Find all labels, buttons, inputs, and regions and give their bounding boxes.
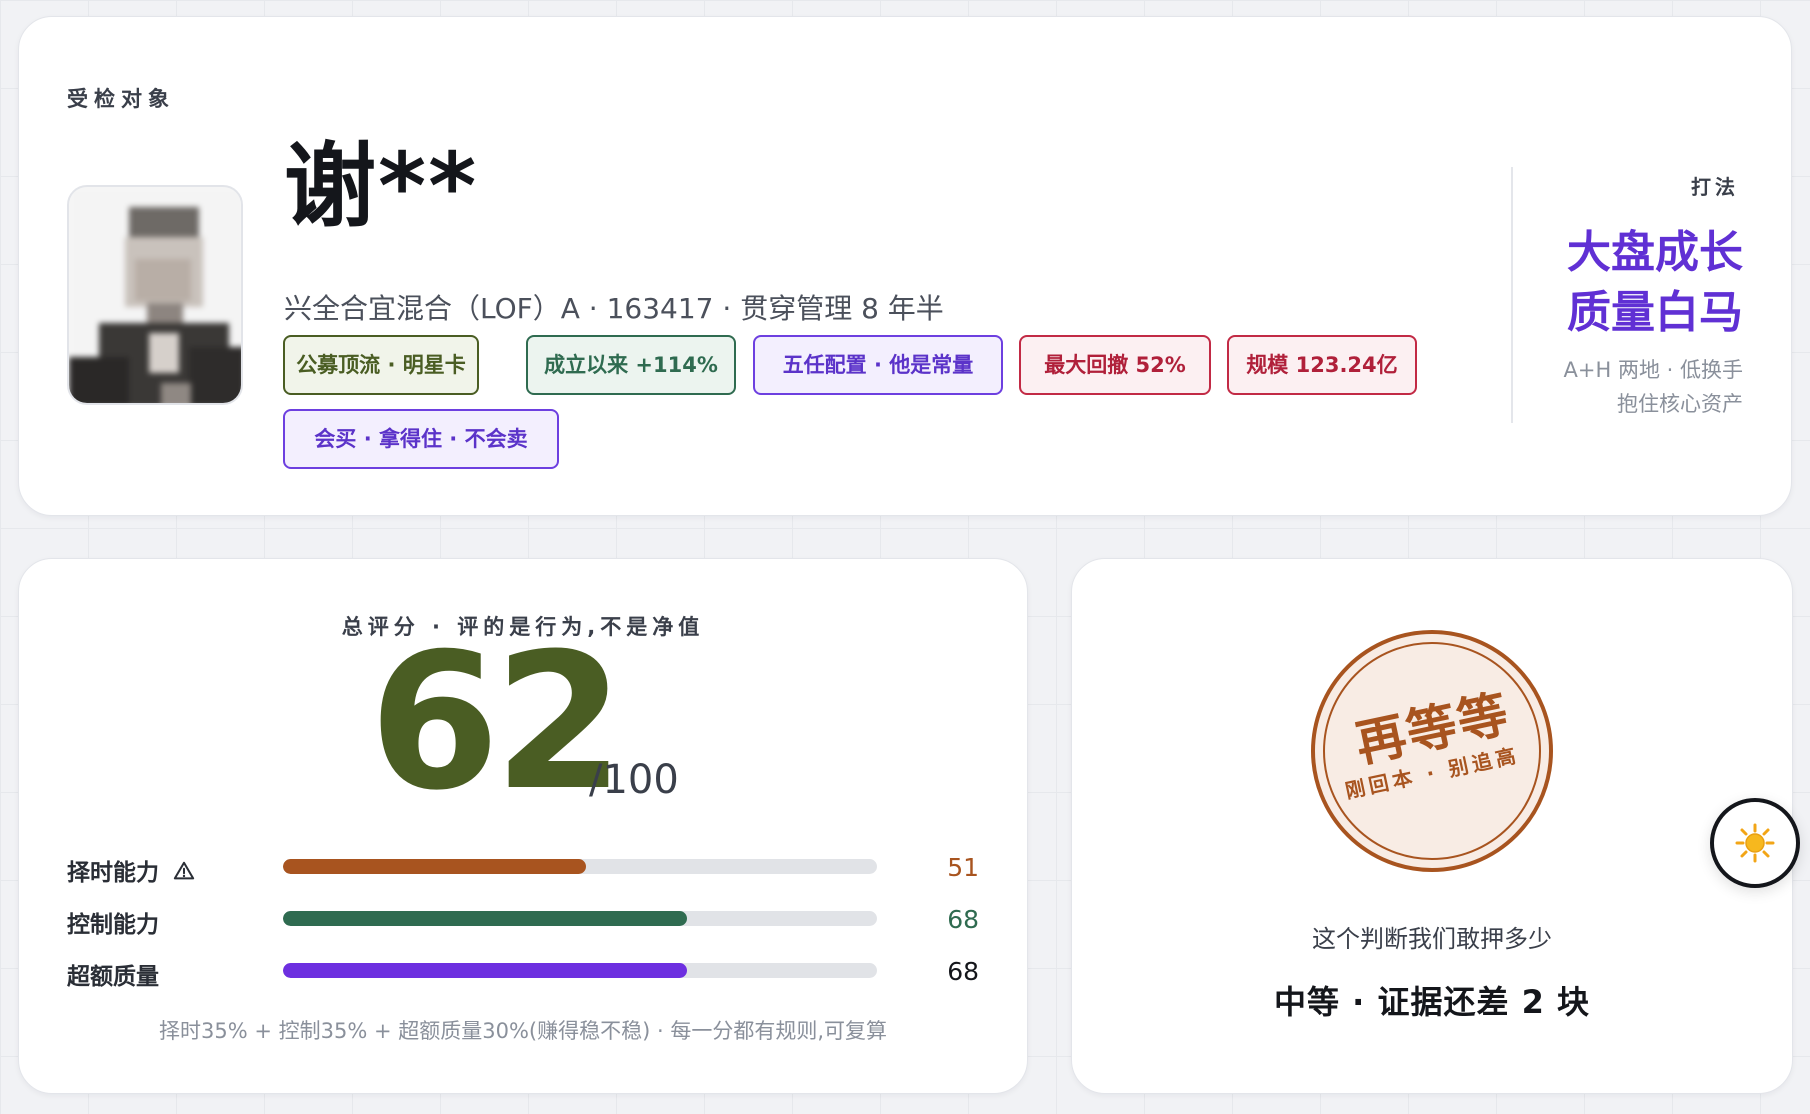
- style-desc-line2: 抱住核心资产: [1617, 392, 1743, 416]
- tag-max-drawdown: 最大回撤 52%: [1019, 335, 1211, 395]
- metric-value-control: 68: [947, 905, 979, 934]
- style-label: 打法: [1691, 175, 1739, 199]
- vertical-divider: [1511, 167, 1513, 423]
- progress-bar-control: [283, 911, 877, 926]
- warning-icon[interactable]: [173, 860, 195, 882]
- theme-toggle-button[interactable]: [1710, 798, 1800, 888]
- confidence-question: 这个判断我们敢押多少: [1312, 925, 1552, 953]
- progress-bar-timing: [283, 859, 877, 874]
- sun-icon: [1735, 823, 1775, 863]
- style-description: A+H 两地 · 低换手 抱住核心资产: [1564, 353, 1743, 421]
- tag-return: 成立以来 +114%: [526, 335, 736, 395]
- metric-label-timing: 择时能力: [67, 853, 195, 887]
- avatar: [67, 185, 243, 405]
- metric-label-control: 控制能力: [67, 912, 159, 938]
- progress-fill-timing: [283, 859, 586, 874]
- score-max: /100: [589, 757, 679, 803]
- manager-name: 谢**: [284, 133, 479, 240]
- subject-profile-card: 受检对象 谢** 兴全合宜混合（LOF）A · 163417 · 贯穿管理 8 …: [18, 16, 1792, 516]
- confidence-answer: 中等 · 证据还差 2 块: [1274, 983, 1590, 1021]
- verdict-card: 再等等 刚回本 · 别追高 这个判断我们敢押多少 中等 · 证据还差 2 块: [1071, 558, 1793, 1094]
- metric-label-alpha: 超额质量: [67, 964, 159, 990]
- progress-fill-control: [283, 911, 687, 926]
- metric-value-timing: 51: [947, 853, 979, 882]
- section-label: 受检对象: [67, 87, 175, 111]
- style-title: 大盘成长 质量白马: [1567, 223, 1743, 343]
- tag-fund-size: 规模 123.24亿: [1227, 335, 1417, 395]
- score-card: 总评分 · 评的是行为,不是净值 62 /100 择时能力 51 控制能力 68…: [18, 558, 1028, 1094]
- style-desc-line1: A+H 两地 · 低换手: [1563, 358, 1743, 382]
- progress-bar-alpha: [283, 963, 877, 978]
- fund-subtitle: 兴全合宜混合（LOF）A · 163417 · 贯穿管理 8 年半: [284, 292, 944, 325]
- avatar-image: [69, 187, 241, 403]
- tag-behavior: 会买 · 拿得住 · 不会卖: [283, 409, 559, 469]
- progress-fill-alpha: [283, 963, 687, 978]
- tag-star-card: 公募顶流 · 明星卡: [283, 335, 479, 395]
- verdict-stamp: 再等等 刚回本 · 别追高: [1310, 629, 1554, 873]
- style-title-line2: 质量白马: [1567, 287, 1743, 338]
- tag-config: 五任配置 · 他是常量: [753, 335, 1003, 395]
- total-score: 62: [369, 613, 625, 832]
- metric-label-text: 择时能力: [67, 860, 159, 886]
- score-formula: 择时35% + 控制35% + 超额质量30%(赚得稳不稳) · 每一分都有规则…: [158, 1019, 887, 1043]
- style-title-line1: 大盘成长: [1567, 227, 1743, 278]
- metric-value-alpha: 68: [947, 957, 979, 986]
